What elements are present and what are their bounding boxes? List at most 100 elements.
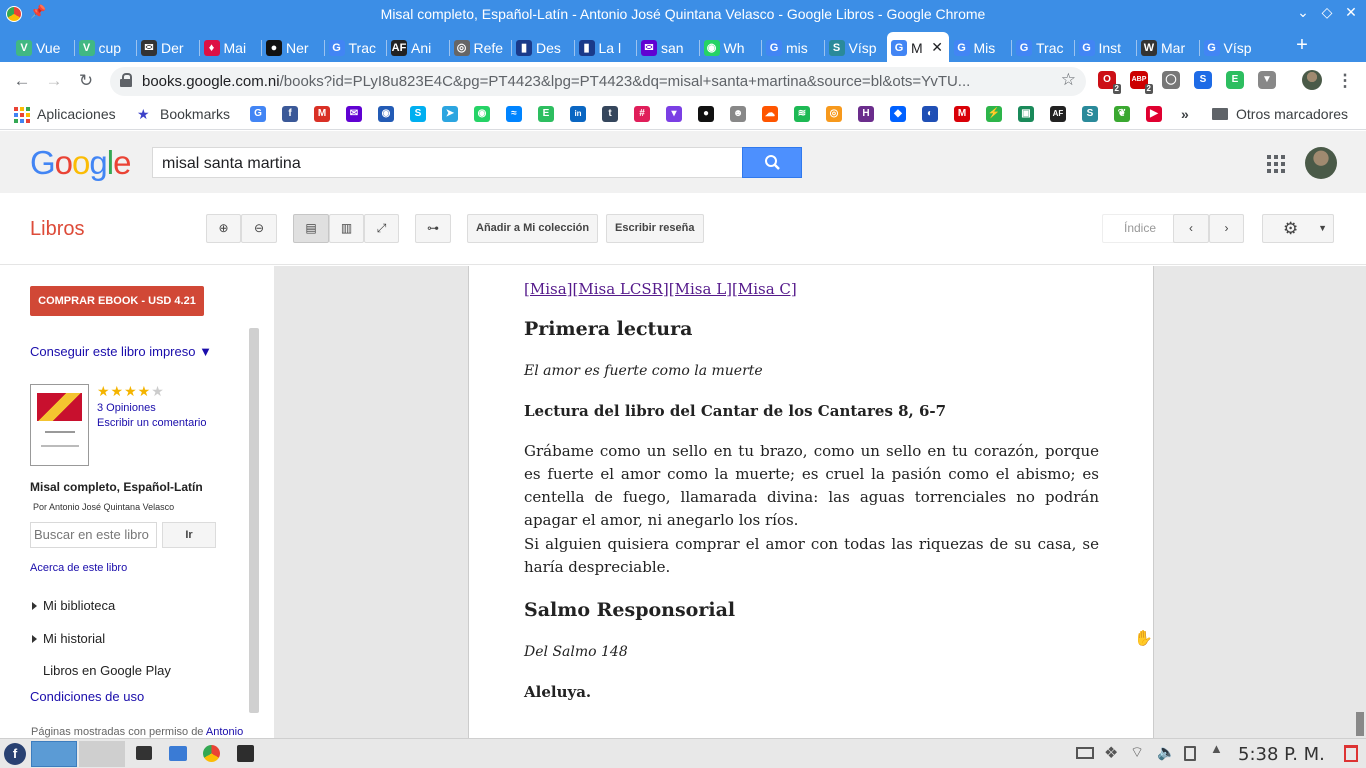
page-scrollbar-thumb[interactable]	[1356, 712, 1364, 736]
menu-kebab-icon[interactable]: ⋮	[1334, 71, 1356, 91]
workspace-1[interactable]	[31, 741, 77, 767]
tab-3[interactable]: ♦ Mai	[200, 32, 260, 62]
tab-0[interactable]: V Vue	[12, 32, 72, 62]
linkedin-bm-icon[interactable]: in	[570, 106, 586, 122]
gamepad-bm-icon[interactable]: ▣	[1018, 106, 1034, 122]
write-comment-link[interactable]: Escribir un comentario	[97, 417, 206, 429]
write-review-button[interactable]: Escribir reseña	[606, 214, 704, 243]
volume-icon[interactable]: 🔈	[1157, 743, 1176, 765]
tab-12[interactable]: Gmis	[762, 32, 822, 62]
tray-expand-icon[interactable]: ▲	[1210, 741, 1223, 763]
my-library-toggle[interactable]: Mi biblioteca	[43, 598, 115, 613]
telegram-bm-icon[interactable]: ➤	[442, 106, 458, 122]
address-bar[interactable]: books.google.com.ni/books?id=PLyI8u823E4…	[110, 67, 1086, 96]
close-tab-icon[interactable]: ✕	[931, 39, 943, 56]
h-bm-icon[interactable]: H	[858, 106, 874, 122]
tab-19[interactable]: G Vísp	[1200, 32, 1260, 62]
evernote-ext-icon[interactable]: E	[1226, 71, 1244, 89]
opinions-link[interactable]: 3 Opiniones	[97, 402, 156, 414]
tab-10[interactable]: ✉ san	[637, 32, 697, 62]
address-url[interactable]: books.google.com.ni/books?id=PLyI8u823E4…	[142, 73, 1042, 90]
zoom-out-button[interactable]: ⊖	[241, 214, 277, 243]
mega-bm-icon[interactable]: M	[954, 106, 970, 122]
bookmark-bookmarks[interactable]: Bookmarks	[160, 106, 230, 124]
get-print-link[interactable]: Conseguir este libro impreso ▼	[30, 344, 212, 359]
about-book-link[interactable]: Acerca de este libro	[30, 562, 127, 574]
back-icon[interactable]: ←	[11, 71, 33, 91]
bolt-bm-icon[interactable]: ⚡	[986, 106, 1002, 122]
af-bm-icon[interactable]: AF	[1050, 106, 1066, 122]
account-avatar[interactable]	[1305, 147, 1337, 179]
search-button[interactable]	[742, 147, 802, 178]
search-in-book-input[interactable]: Buscar en este libro	[30, 522, 157, 548]
dropbox-tray-icon[interactable]: ❖	[1104, 743, 1118, 765]
facebook-bm-icon[interactable]: f	[282, 106, 298, 122]
terminal-2-app-icon[interactable]	[237, 745, 254, 762]
tab-15[interactable]: G Mis	[950, 32, 1010, 62]
bookmark-star-icon[interactable]: ☆	[1061, 70, 1076, 90]
wifi-icon[interactable]: ⌔	[1130, 743, 1144, 765]
google-logo[interactable]: Google	[30, 144, 131, 182]
audible-bm-icon[interactable]: ◎	[826, 106, 842, 122]
browser-bm-icon[interactable]: ◐	[922, 106, 938, 122]
abp-ext-icon[interactable]: ABP 2	[1130, 71, 1153, 94]
slack-bm-icon[interactable]: #	[634, 106, 650, 122]
tab-17[interactable]: G Inst	[1075, 32, 1135, 62]
github-bm-icon[interactable]: ●	[698, 106, 714, 122]
close-window-icon[interactable]: ✕	[1342, 4, 1360, 21]
tab-16[interactable]: G Trac	[1012, 32, 1072, 62]
two-page-view-button[interactable]: ▥	[329, 214, 364, 243]
tab-9[interactable]: ▮ La l	[575, 32, 635, 62]
evernote-bm-icon[interactable]: E	[538, 106, 554, 122]
terms-link[interactable]: Condiciones de uso	[30, 689, 144, 704]
fedora-menu-icon[interactable]: f	[4, 743, 26, 765]
tab-6[interactable]: AF Ani	[387, 32, 447, 62]
add-to-collection-button[interactable]: Añadir a Mi colección	[467, 214, 599, 243]
maximize-diamond-icon[interactable]: ◇	[1318, 4, 1336, 21]
tab-2[interactable]: ✉ Der	[137, 32, 197, 62]
gmail-bm-icon[interactable]: M	[314, 106, 330, 122]
tumblr-bm-icon[interactable]: t	[602, 106, 618, 122]
prev-page-button[interactable]: ‹	[1173, 214, 1209, 243]
new-tab-button[interactable]: +	[1292, 34, 1312, 57]
pocket-bm-icon[interactable]: ▾	[666, 106, 682, 122]
spotify-bm-icon[interactable]: ≋	[794, 106, 810, 122]
fullscreen-button[interactable]: ⤢	[364, 214, 399, 243]
libros-title[interactable]: Libros	[30, 218, 84, 241]
reload-icon[interactable]: ↻	[75, 71, 97, 91]
battery-icon[interactable]	[1076, 747, 1094, 759]
messenger-bm-icon[interactable]: ≈	[506, 106, 522, 122]
terminal-app-icon[interactable]	[136, 746, 152, 760]
skype-bm-icon[interactable]: S	[410, 106, 426, 122]
tab-18[interactable]: W Mar	[1137, 32, 1197, 62]
more-bookmarks-chevron[interactable]: »	[1181, 106, 1189, 124]
tab-7[interactable]: ◎ Refe	[450, 32, 510, 62]
next-page-button[interactable]: ›	[1209, 214, 1244, 243]
chrome-app-icon[interactable]	[203, 745, 220, 762]
tab-5[interactable]: G Trac	[325, 32, 385, 62]
tab-4[interactable]: ● Ner	[262, 32, 322, 62]
whatsapp-bm-icon[interactable]: ◉	[474, 106, 490, 122]
index-button[interactable]: Índice	[1102, 214, 1178, 243]
sync-bm-icon[interactable]: S	[1082, 106, 1098, 122]
bookmark-aplicaciones[interactable]: Aplicaciones	[37, 106, 116, 124]
book-cover[interactable]	[30, 384, 89, 466]
mass-links[interactable]: [Misa][Misa LCSR][Misa L][Misa C]	[524, 280, 1099, 298]
play-bm-icon[interactable]: ▶	[1146, 106, 1162, 122]
google-search-input[interactable]: misal santa martina	[152, 147, 743, 178]
cat-bm-icon[interactable]: ☻	[730, 106, 746, 122]
vivaldi-ext-icon[interactable]: ▼	[1258, 71, 1276, 89]
workspace-2[interactable]	[79, 741, 125, 767]
google-apps-icon[interactable]	[1267, 155, 1285, 173]
go-button[interactable]: Ir	[162, 522, 216, 548]
tab-1[interactable]: Vcup	[75, 32, 135, 62]
buy-ebook-button[interactable]: COMPRAR EBOOK - USD 4.21	[30, 286, 204, 316]
s-ext-icon[interactable]: S	[1194, 71, 1212, 89]
play-books-link[interactable]: Libros en Google Play	[43, 663, 171, 678]
my-history-toggle[interactable]: Mi historial	[43, 631, 105, 646]
tab-13[interactable]: S Vísp	[825, 32, 885, 62]
opera-ext-icon[interactable]: O2	[1098, 71, 1121, 94]
bookmark-otros-marcadores[interactable]: Otros marcadores	[1236, 106, 1348, 124]
yahoo-mail-bm-icon[interactable]: ✉	[346, 106, 362, 122]
forward-icon[interactable]: →	[43, 71, 65, 91]
